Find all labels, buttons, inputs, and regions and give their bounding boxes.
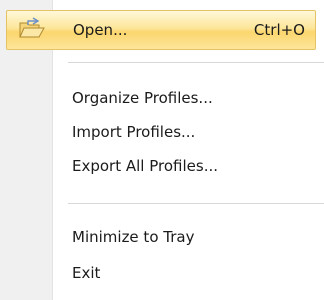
menu-item-exit[interactable]: Exit xyxy=(0,256,324,290)
menu-item-open-shortcut: Ctrl+O xyxy=(253,21,305,39)
menu-item-import-profiles-label: Import Profiles... xyxy=(72,123,196,141)
open-folder-icon xyxy=(17,17,45,41)
menu-item-export-all-profiles[interactable]: Export All Profiles... xyxy=(0,149,324,183)
menu-item-organize-profiles[interactable]: Organize Profiles... xyxy=(0,81,324,115)
menu-item-organize-profiles-label: Organize Profiles... xyxy=(72,89,213,107)
menu-item-open-label: Open... xyxy=(73,21,128,39)
menu-separator xyxy=(68,62,324,64)
menu-item-exit-label: Exit xyxy=(72,264,101,282)
menu-item-open[interactable]: Open... Ctrl+O xyxy=(6,10,316,50)
menu-item-minimize-to-tray-label: Minimize to Tray xyxy=(72,228,195,246)
menu-item-export-all-profiles-label: Export All Profiles... xyxy=(72,157,218,175)
file-menu: Open... Ctrl+O Organize Profiles... Impo… xyxy=(0,0,324,300)
menu-separator xyxy=(68,203,324,205)
menu-item-import-profiles[interactable]: Import Profiles... xyxy=(0,115,324,149)
menu-item-minimize-to-tray[interactable]: Minimize to Tray xyxy=(0,220,324,254)
